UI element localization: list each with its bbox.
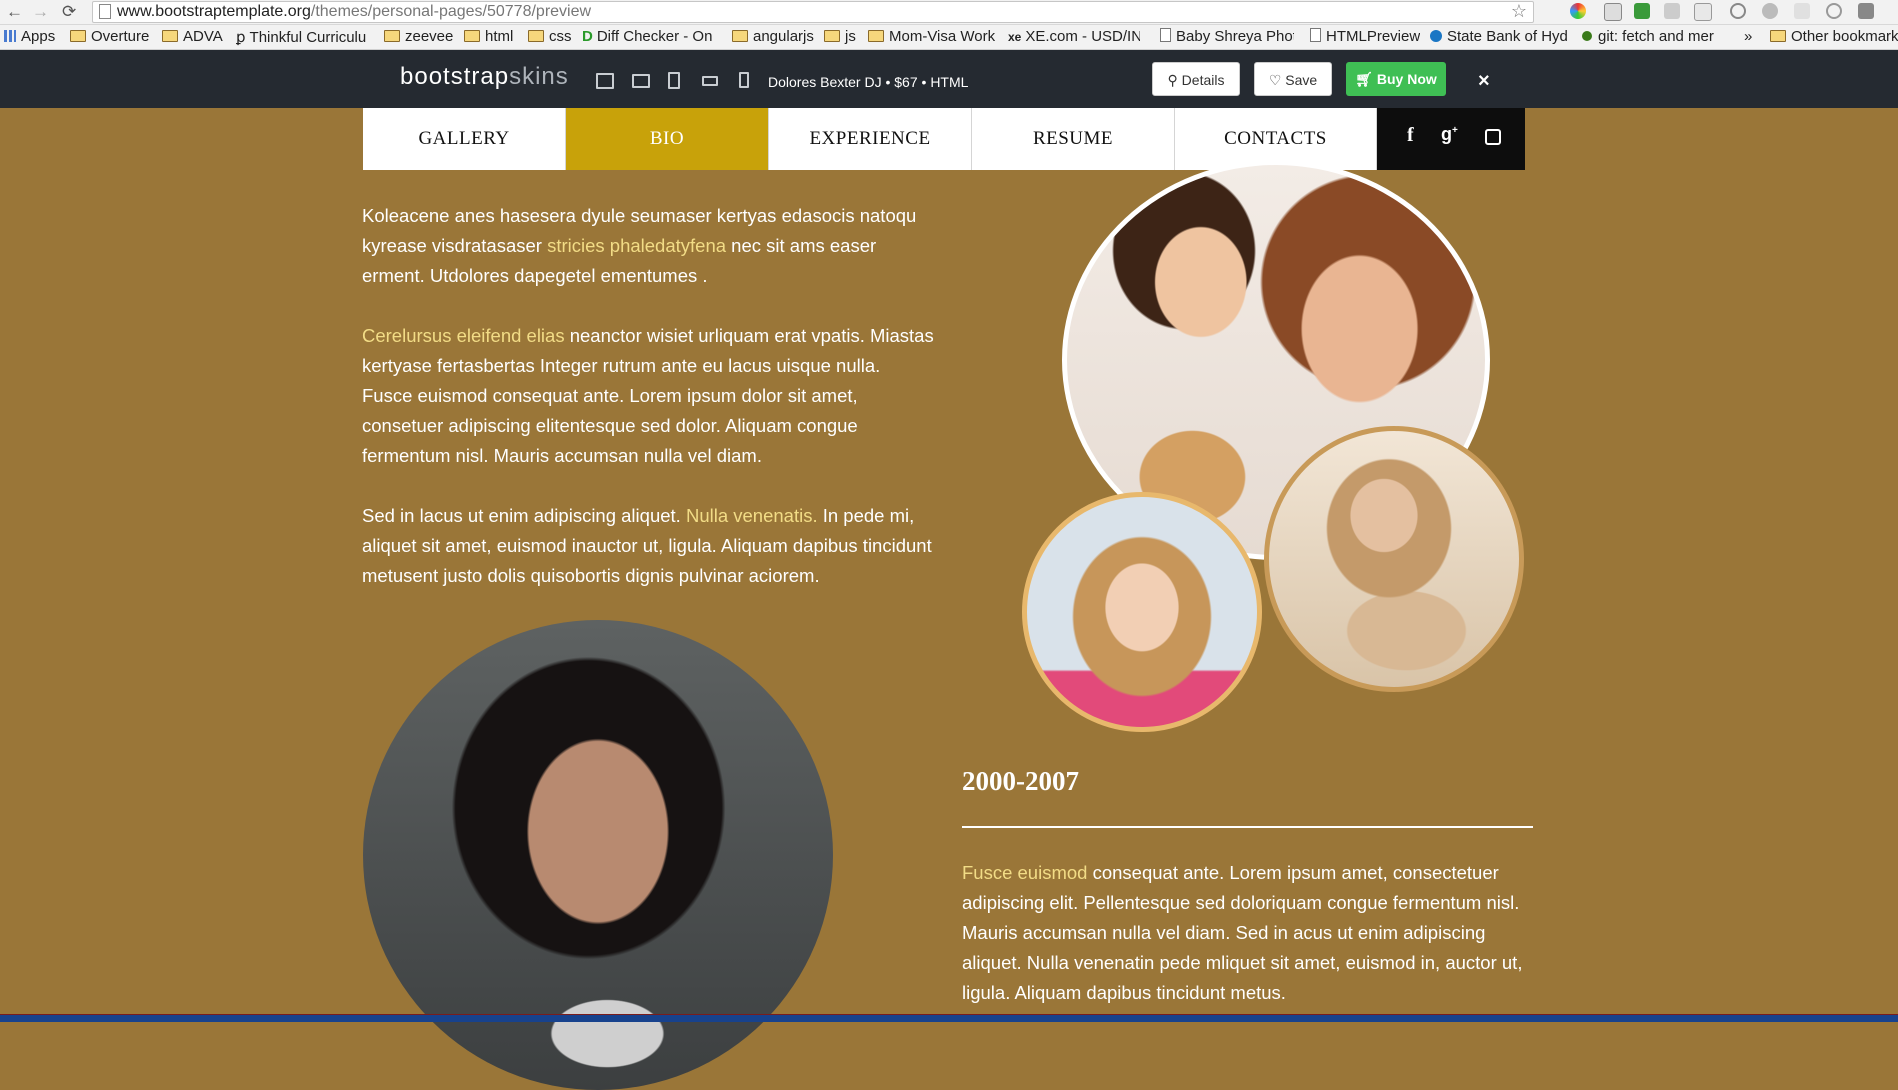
cart-icon: 🛒︎: [1355, 71, 1377, 87]
buy-now-button[interactable]: 🛒︎ Buy Now: [1346, 62, 1446, 96]
apps-grid-icon: [4, 30, 16, 42]
bookmark-link[interactable]: D Diff Checker - On: [582, 28, 718, 45]
heart-icon: ♡: [1268, 72, 1286, 88]
folder-icon: [868, 30, 884, 42]
folder-icon: [732, 30, 748, 42]
bio-paragraph: Cerelursus eleifend elias neanctor wisie…: [362, 325, 934, 466]
extension-icon[interactable]: [1664, 3, 1680, 19]
tablet-view-icon[interactable]: [668, 72, 680, 89]
cors-extension-icon[interactable]: [1634, 3, 1650, 19]
bookmark-link[interactable]: git: fetch and mer: [1582, 28, 1718, 45]
details-button[interactable]: ⚲ Details: [1152, 62, 1240, 96]
url-text: www.bootstraptemplate.org/themes/persona…: [117, 3, 592, 20]
bookmark-folder[interactable]: html: [464, 28, 513, 45]
nav-item-experience[interactable]: EXPERIENCE: [769, 108, 972, 170]
highlight-link[interactable]: Nulla venenatis.: [686, 505, 818, 526]
xe-icon: xe: [1008, 30, 1022, 44]
extension-icon[interactable]: [1826, 3, 1842, 19]
preview-topbar: bootstrapskins Dolores Bexter DJ • $67 •…: [0, 50, 1898, 108]
nav-item-resume[interactable]: RESUME: [972, 108, 1175, 170]
phone-portrait-view-icon[interactable]: [739, 72, 749, 88]
folder-icon: [162, 30, 178, 42]
folder-icon: [1770, 30, 1786, 42]
bookmark-folder[interactable]: css: [528, 28, 572, 45]
bookmark-apps[interactable]: Apps: [4, 28, 55, 45]
bookmark-folder[interactable]: js: [824, 28, 856, 45]
twitter-icon[interactable]: [1485, 129, 1501, 145]
brand-logo[interactable]: bootstrapskins: [400, 63, 569, 91]
close-icon[interactable]: ×: [1478, 70, 1490, 93]
folder-icon: [70, 30, 86, 42]
highlight-link[interactable]: Cerelursus eleifend elias: [362, 325, 565, 346]
save-button[interactable]: ♡ Save: [1254, 62, 1332, 96]
desktop-view-icon[interactable]: [596, 73, 614, 89]
laptop-view-icon[interactable]: [632, 74, 650, 88]
diff-checker-icon: D: [582, 28, 593, 45]
forward-icon[interactable]: →: [32, 2, 49, 22]
social-links: f g+: [1377, 108, 1525, 170]
theme-info: Dolores Bexter DJ • $67 • HTML: [768, 74, 969, 90]
highlight-link[interactable]: stricies phaledatyfena: [547, 235, 726, 256]
nav-item-bio[interactable]: BIO: [566, 108, 769, 170]
bookmark-folder[interactable]: Overture: [70, 28, 149, 45]
browser-toolbar: ← → ⟳ www.bootstraptemplate.org/themes/p…: [0, 0, 1898, 25]
facebook-icon[interactable]: f: [1407, 124, 1414, 147]
bookmarks-overflow-chevron-icon[interactable]: »: [1744, 28, 1752, 45]
bookmark-folder[interactable]: ADVA: [162, 28, 223, 45]
hoverzoom-extension-icon[interactable]: [1858, 3, 1874, 19]
divider: [962, 826, 1533, 828]
document-icon: [1310, 28, 1321, 42]
bookmark-link[interactable]: ꝑ Thinkful Curriculu: [236, 28, 370, 46]
extension-icon[interactable]: [1730, 3, 1746, 19]
back-icon[interactable]: ←: [6, 2, 23, 22]
bookmark-folder[interactable]: zeevee: [384, 28, 453, 45]
bio-paragraph: Sed in lacus ut enim adipiscing aliquet.…: [362, 505, 932, 586]
page-icon: [99, 4, 111, 19]
google-plus-icon[interactable]: g+: [1441, 124, 1458, 145]
folder-icon: [464, 30, 480, 42]
phone-landscape-view-icon[interactable]: [702, 76, 718, 86]
search-icon: ⚲: [1167, 72, 1182, 88]
cookie-extension-icon[interactable]: [1604, 3, 1622, 21]
folder-icon: [384, 30, 400, 42]
nav-item-gallery[interactable]: GALLERY: [363, 108, 566, 170]
bookmark-link[interactable]: xeXE.com - USD/INR: [1008, 28, 1140, 45]
girl-reading-photo: [1264, 426, 1524, 692]
color-picker-extension-icon[interactable]: [1570, 3, 1586, 19]
folder-icon: [824, 30, 840, 42]
experience-paragraph: Fusce euismod consequat ante. Lorem ipsu…: [962, 862, 1523, 1003]
address-bar[interactable]: www.bootstraptemplate.org/themes/persona…: [92, 1, 1534, 23]
timeline-year: 2000-2007: [962, 766, 1079, 796]
highlight-link[interactable]: Fusce euismod: [962, 862, 1087, 883]
bookmark-star-icon[interactable]: ☆: [1511, 1, 1527, 22]
thinkful-icon: ꝑ: [236, 29, 246, 46]
bookmark-folder[interactable]: Other bookmark: [1770, 28, 1898, 45]
git-icon: [1582, 31, 1592, 41]
bio-paragraph: Koleacene anes hasesera dyule seumaser k…: [362, 205, 917, 286]
bookmark-link[interactable]: State Bank of Hyd: [1430, 28, 1570, 45]
extension-icon[interactable]: [1762, 3, 1778, 19]
json-extension-icon[interactable]: [1794, 3, 1810, 19]
reload-icon[interactable]: ⟳: [62, 2, 76, 22]
extension-icon[interactable]: [1694, 3, 1712, 21]
bank-icon: [1430, 30, 1442, 42]
smiling-girl-photo: [1022, 492, 1262, 732]
bookmark-folder[interactable]: Mom-Visa Work: [868, 28, 995, 45]
bookmarks-bar: Apps Overture ADVA ꝑ Thinkful Curriculu z…: [0, 25, 1898, 50]
bookmark-link[interactable]: HTMLPreview: [1310, 28, 1420, 45]
document-icon: [1160, 28, 1171, 42]
bookmark-link[interactable]: Baby Shreya Phot: [1160, 28, 1294, 45]
bookmark-folder[interactable]: angularjs: [732, 28, 814, 45]
folder-icon: [528, 30, 544, 42]
